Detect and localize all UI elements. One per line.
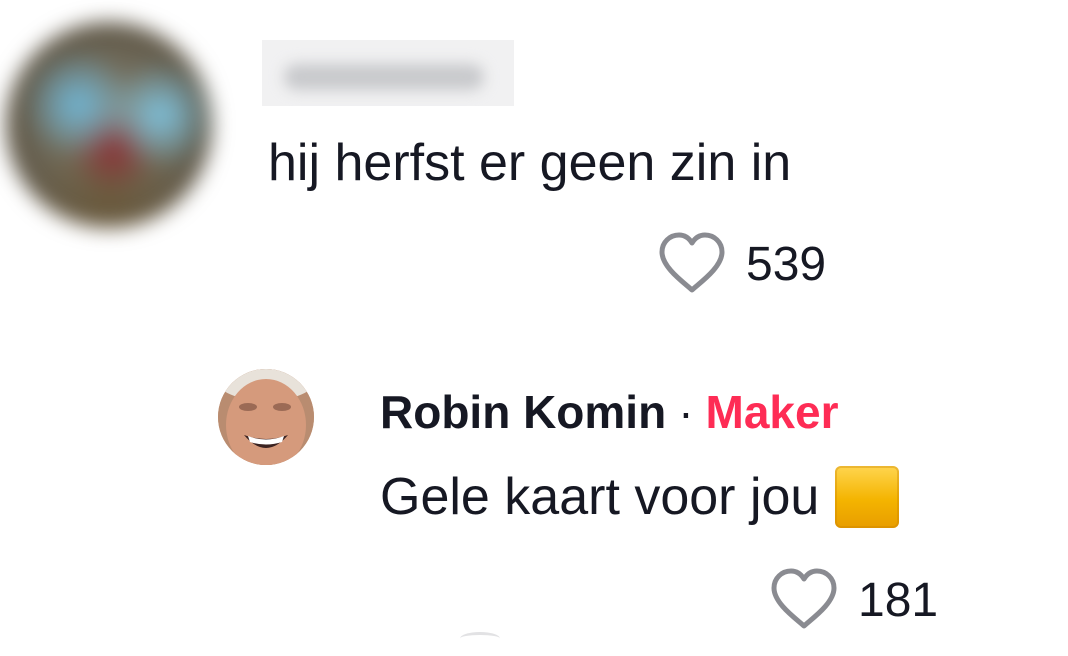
yellow-card-icon [835, 466, 900, 528]
reply-author-line: Robin Komin · Maker [380, 384, 838, 440]
maker-badge: Maker [705, 386, 839, 438]
reply-like-count: 181 [858, 574, 939, 627]
reply-text: Gele kaart voor jou [380, 468, 820, 526]
comment-like-button[interactable]: 539 [656, 232, 826, 298]
reply-text-row: Gele kaart voor jou [380, 466, 900, 528]
commenter-username-redacted[interactable] [262, 40, 514, 106]
comment-text: hij herfst er geen zin in [268, 134, 792, 192]
next-item-edge [460, 632, 500, 645]
heart-outline-icon[interactable] [768, 566, 840, 637]
commenter-avatar[interactable] [6, 22, 212, 228]
redaction-blur [284, 64, 484, 90]
reply-author-avatar[interactable] [218, 369, 314, 465]
comment-like-count: 539 [746, 238, 827, 291]
reply-author-name[interactable]: Robin Komin [380, 386, 666, 438]
heart-outline-icon[interactable] [656, 230, 728, 301]
reply-like-button[interactable]: 181 [768, 568, 938, 634]
comment-thread: hij herfst er geen zin in 539 Robin Komi… [0, 0, 1068, 656]
reply-separator: · [678, 386, 694, 438]
